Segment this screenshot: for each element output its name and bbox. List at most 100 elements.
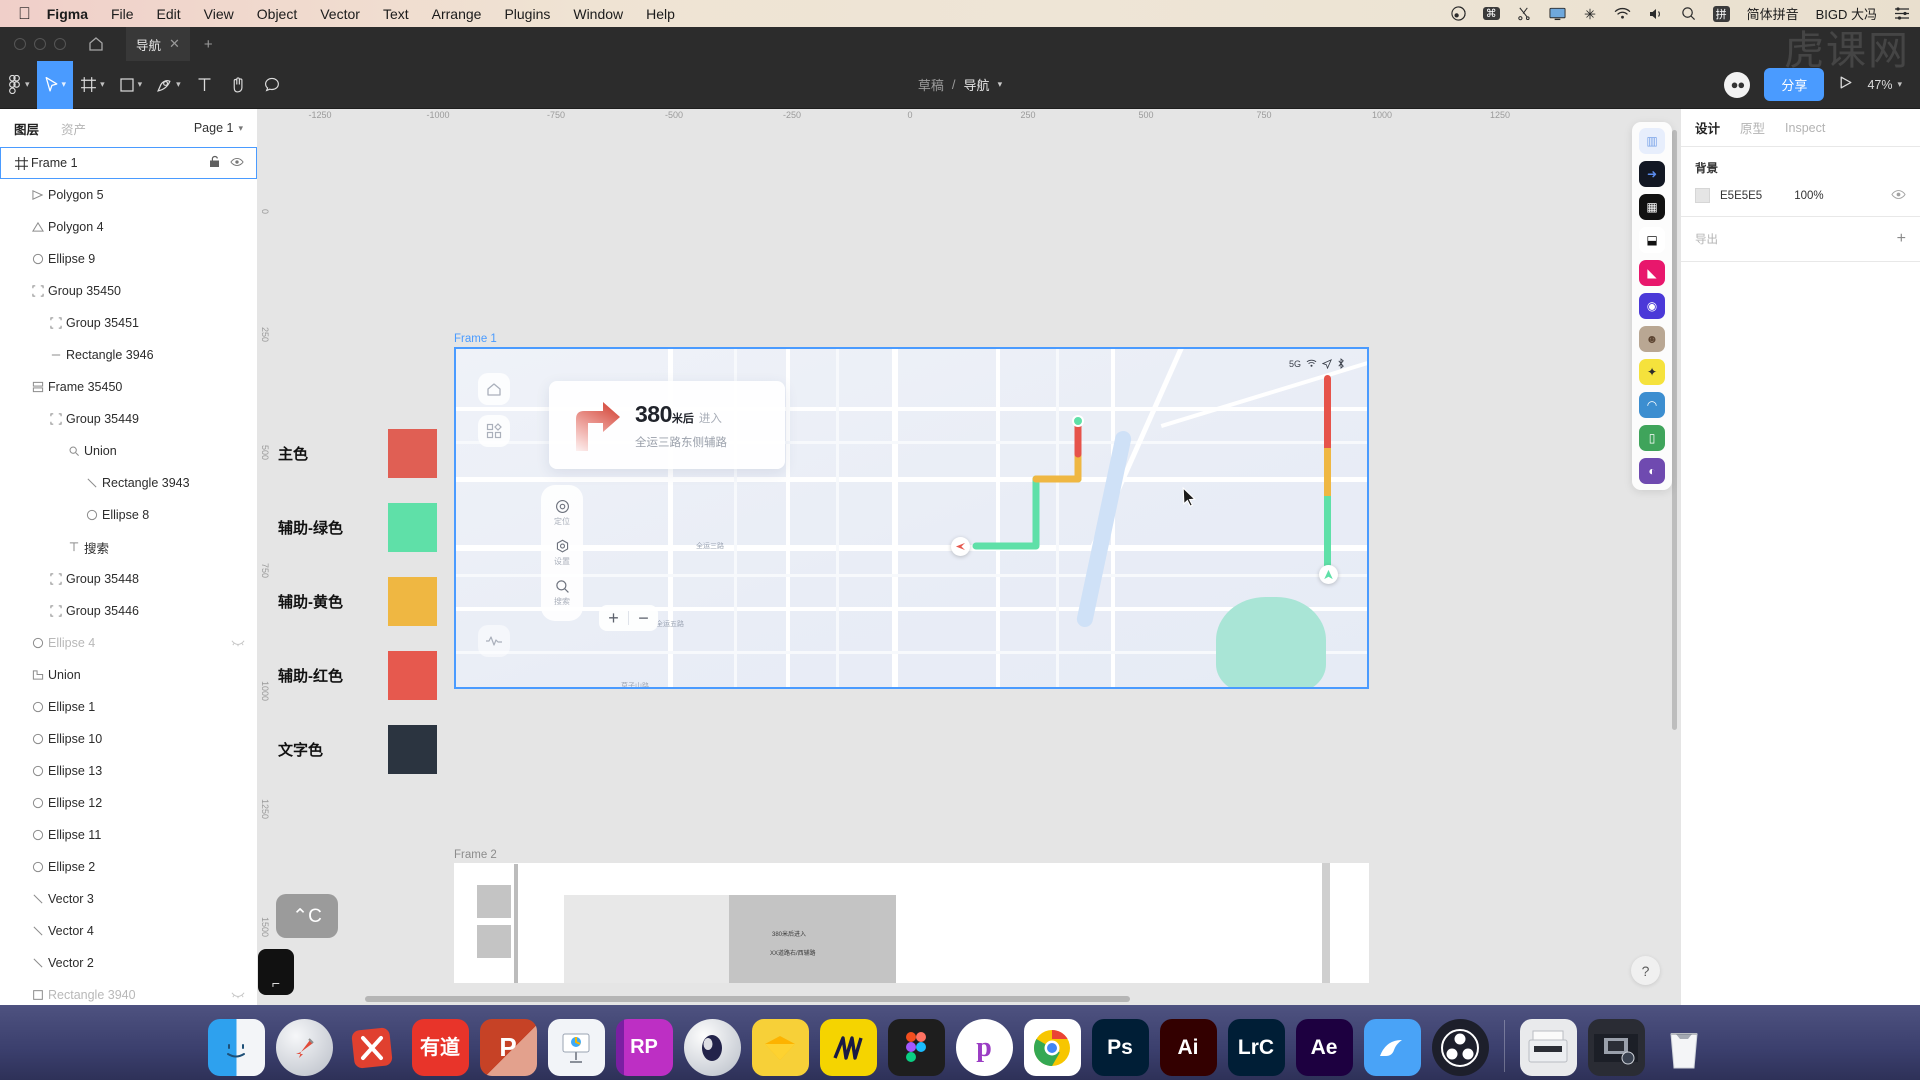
zoom-level-control[interactable]: 47% ▾ (1867, 78, 1902, 92)
dock-icon-mockplus[interactable]: ⫼ (819, 1019, 877, 1076)
home-icon[interactable] (478, 373, 510, 405)
layer-row-ellipse-1[interactable]: Ellipse 1 (0, 691, 257, 723)
layer-row-polygon-5[interactable]: Polygon 5 (0, 179, 257, 211)
frame2-label[interactable]: Frame 2 (454, 849, 497, 861)
layer-row-rectangle-3946[interactable]: Rectangle 3946 (0, 339, 257, 371)
frame-tool-icon[interactable]: ▾ (73, 61, 112, 109)
frame2-artboard[interactable]: 380米后进入 XX道路右/西辅路 (454, 863, 1369, 983)
dock-icon-screenshot[interactable] (1587, 1019, 1645, 1076)
menubar-item-edit[interactable]: Edit (157, 6, 181, 22)
plugin-arrow-icon[interactable]: ➜ (1639, 161, 1665, 187)
layer-row-rectangle-3940[interactable]: Rectangle 3940 (0, 979, 257, 1005)
layer-row-vector-2[interactable]: Vector 2 (0, 947, 257, 979)
move-tool-icon[interactable]: ▾ (36, 60, 74, 109)
layer-row-group-35449[interactable]: Group 35449 (0, 403, 257, 435)
layer-row-rectangle-3943[interactable]: Rectangle 3943 (0, 467, 257, 499)
background-opacity-value[interactable]: 100% (1794, 190, 1823, 202)
layer-row-搜索[interactable]: 搜索 (0, 531, 257, 563)
plugin-sparkle-icon[interactable]: ✦ (1639, 359, 1665, 385)
scrollbar-thumb[interactable] (1672, 130, 1677, 730)
chevron-down-icon[interactable]: ▾ (238, 123, 243, 134)
grid-apps-icon[interactable] (478, 415, 510, 447)
color-swatch-row[interactable]: 辅助-绿色 (278, 503, 437, 552)
layer-row-ellipse-2[interactable]: Ellipse 2 (0, 851, 257, 883)
menubar-item-text[interactable]: Text (383, 6, 409, 22)
layer-row-ellipse-8[interactable]: Ellipse 8 (0, 499, 257, 531)
dock-icon-xunjie-pdf[interactable]: pp (955, 1019, 1013, 1076)
layer-row-ellipse-11[interactable]: Ellipse 11 (0, 819, 257, 851)
color-swatch-row[interactable]: 辅助-红色 (278, 651, 437, 700)
menubar-item-window[interactable]: Window (573, 6, 623, 22)
tab-layers[interactable]: 图层 (14, 119, 39, 138)
new-tab-button[interactable]: + (204, 36, 213, 53)
layer-row-polygon-4[interactable]: Polygon 4 (0, 211, 257, 243)
layer-row-group-35448[interactable]: Group 35448 (0, 563, 257, 595)
dock-icon-photoshop[interactable]: PsPs (1091, 1019, 1149, 1076)
layer-row-group-35450[interactable]: Group 35450 (0, 275, 257, 307)
layer-row-union[interactable]: Union (0, 659, 257, 691)
color-swatch-box[interactable] (388, 577, 437, 626)
locate-button[interactable]: 定位 (542, 494, 582, 532)
help-button[interactable]: ? (1631, 956, 1660, 985)
color-swatch-row[interactable]: 主色 (278, 429, 437, 478)
eye-icon[interactable] (1891, 189, 1906, 203)
eye-off-icon[interactable] (231, 988, 245, 1002)
menubar-user-name[interactable]: BIGD 大冯 (1816, 4, 1877, 23)
dock-icon-axure-rp[interactable]: RPRP (615, 1019, 673, 1076)
plugin-avatar-icon[interactable]: ☻ (1639, 326, 1665, 352)
search-button[interactable]: 搜索 (542, 574, 582, 612)
dock-icon-trash[interactable] (1656, 1019, 1713, 1076)
plugin-rail[interactable]: ▥ ➜ ▦ ⬓ ◣ ◉ ☻ ✦ ◠ ▯ ◐ (1632, 122, 1672, 490)
file-tab[interactable]: 导航 ✕ (126, 27, 190, 61)
color-swatch-box[interactable] (388, 429, 437, 478)
dock-icon-xmind[interactable]: ✕ (344, 1019, 401, 1076)
layer-row-ellipse-12[interactable]: Ellipse 12 (0, 787, 257, 819)
layer-row-frame-1[interactable]: Frame 1 (0, 147, 257, 179)
layer-row-union[interactable]: Union (0, 435, 257, 467)
dock-icon-aftereffects[interactable]: AeAe (1295, 1019, 1353, 1076)
frame1-artboard[interactable]: 全运三路 全运五路 莫子山路 5G 380 米后 进入 全运三路东侧辅路 定位 … (454, 347, 1369, 689)
plugin-unsplash-icon[interactable]: ⬓ (1639, 227, 1665, 253)
figma-home-icon[interactable] (88, 36, 104, 52)
tab-assets[interactable]: 资产 (61, 119, 86, 138)
dock-icon-finder[interactable] (207, 1019, 265, 1076)
display-icon[interactable] (1549, 7, 1566, 21)
layer-row-frame-35450[interactable]: Frame 35450 (0, 371, 257, 403)
plugin-blue-icon[interactable]: ◉ (1639, 293, 1665, 319)
layer-row-ellipse-10[interactable]: Ellipse 10 (0, 723, 257, 755)
lock-icon[interactable] (209, 155, 220, 171)
chevron-down-icon[interactable]: ▾ (998, 79, 1003, 90)
zoom-in-button[interactable]: + (599, 605, 628, 631)
layer-row-ellipse-9[interactable]: Ellipse 9 (0, 243, 257, 275)
chevron-down-icon[interactable]: ▾ (62, 79, 67, 90)
text-tool-icon[interactable] (188, 61, 222, 109)
tab-design[interactable]: 设计 (1695, 118, 1720, 137)
zoom-out-button[interactable]: − (629, 605, 658, 631)
dock-icon-printer[interactable] (1519, 1019, 1577, 1076)
color-swatch-box[interactable] (388, 725, 437, 774)
layer-row-ellipse-4[interactable]: Ellipse 4 (0, 627, 257, 659)
plugin-gauge-icon[interactable]: ◐ (1639, 458, 1665, 484)
layer-row-group-35446[interactable]: Group 35446 (0, 595, 257, 627)
map-zoom-control[interactable]: + − (599, 605, 658, 631)
vertical-scrollbar[interactable] (1672, 130, 1677, 810)
dock-icon-obs-studio[interactable] (1431, 1019, 1489, 1076)
plugin-qrcode-icon[interactable]: ▦ (1639, 194, 1665, 220)
plugin-green-icon[interactable]: ▯ (1639, 425, 1665, 451)
layer-row-group-35451[interactable]: Group 35451 (0, 307, 257, 339)
scissors-icon[interactable] (1517, 6, 1532, 21)
maximize-window-button[interactable] (54, 38, 66, 50)
chevron-down-icon[interactable]: ▾ (1897, 79, 1902, 90)
layer-row-ellipse-13[interactable]: Ellipse 13 (0, 755, 257, 787)
shape-tool-icon[interactable]: ▾ (112, 61, 150, 109)
menubar-item-plugins[interactable]: Plugins (504, 6, 550, 22)
chart-icon[interactable] (478, 625, 510, 657)
control-center-icon[interactable] (1894, 7, 1910, 20)
dropbox-icon[interactable] (1450, 6, 1466, 21)
dock-icon-powerpoint[interactable]: PP (479, 1019, 537, 1076)
tab-prototype[interactable]: 原型 (1740, 118, 1765, 137)
airplay-icon[interactable] (1583, 7, 1597, 21)
background-fill-row[interactable]: E5E5E5 100% (1695, 188, 1906, 203)
add-export-button[interactable]: + (1897, 230, 1906, 248)
menubar-item-object[interactable]: Object (257, 6, 297, 22)
